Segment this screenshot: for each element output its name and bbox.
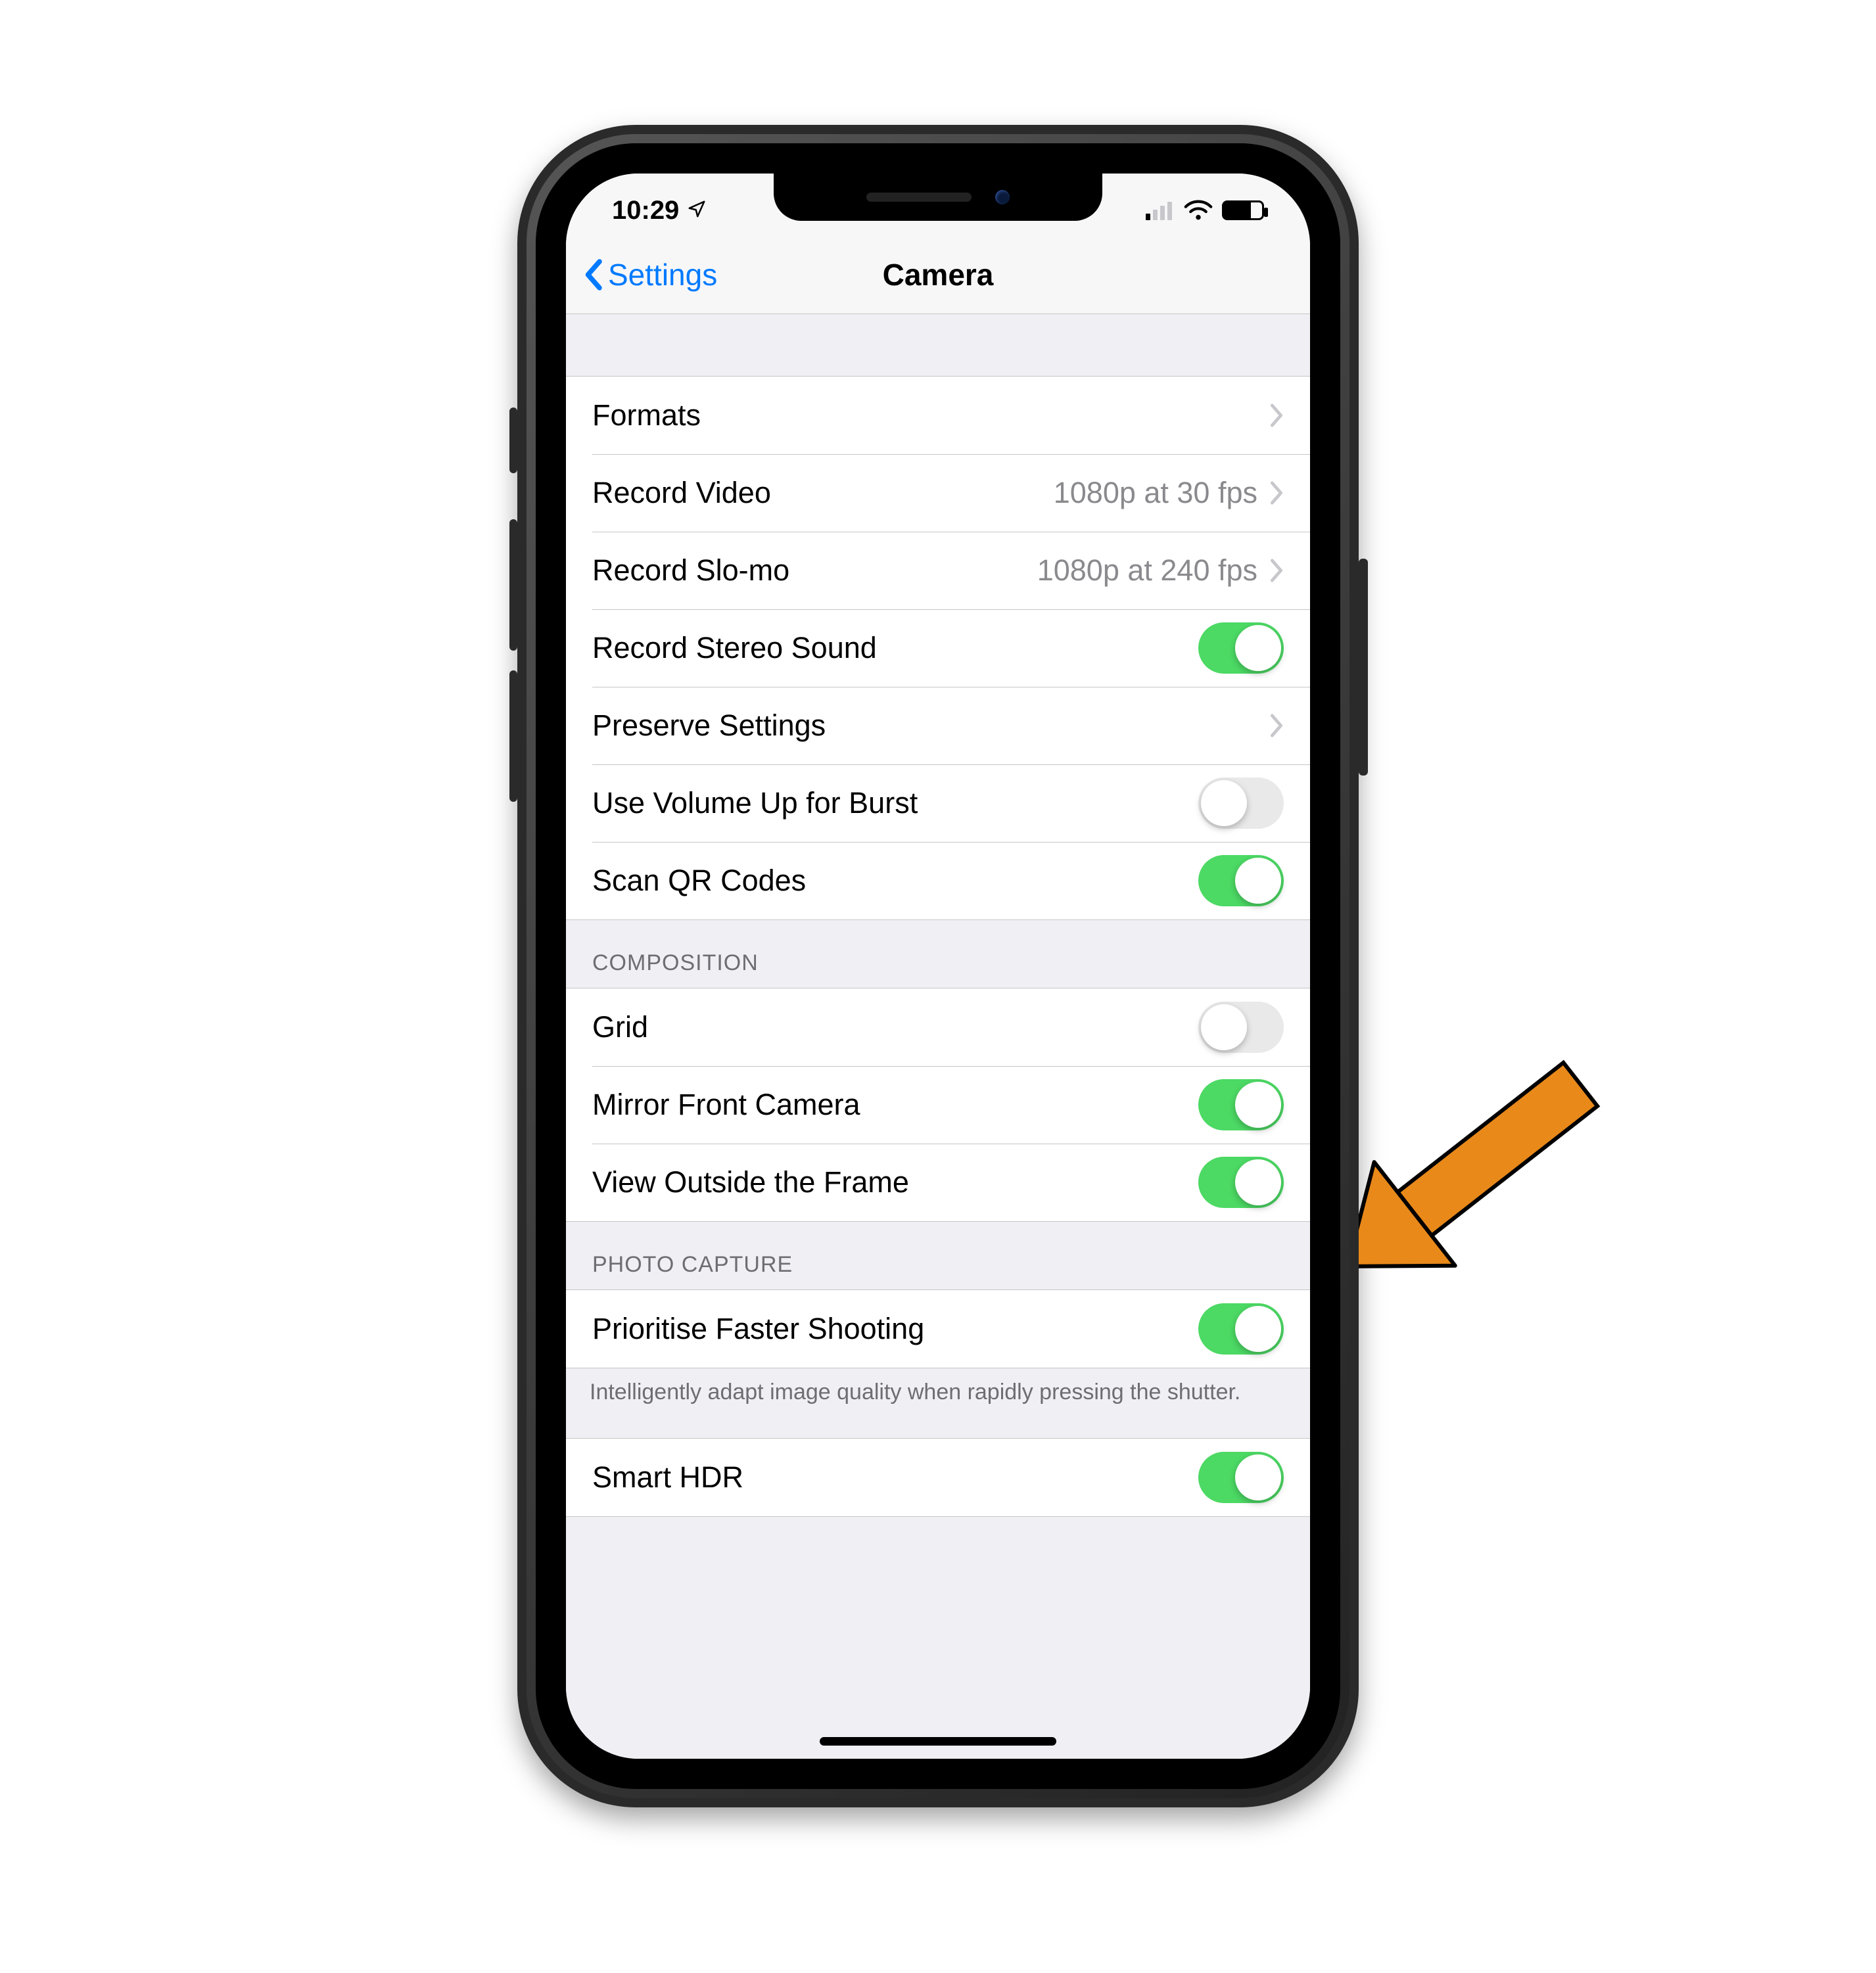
row-grid: Grid: [566, 988, 1310, 1066]
toggle-scan-qr[interactable]: [1198, 855, 1284, 906]
power-button: [1359, 559, 1368, 776]
row-value: 1080p at 30 fps: [1054, 476, 1257, 510]
row-label: Prioritise Faster Shooting: [592, 1312, 924, 1346]
row-smart-hdr: Smart HDR: [566, 1439, 1310, 1516]
toggle-grid[interactable]: [1198, 1002, 1284, 1053]
row-record-slomo[interactable]: Record Slo-mo 1080p at 240 fps: [566, 532, 1310, 609]
toggle-smart-hdr[interactable]: [1198, 1452, 1284, 1503]
home-indicator[interactable]: [820, 1737, 1056, 1746]
group-photo-capture: Prioritise Faster Shooting: [566, 1289, 1310, 1368]
row-formats[interactable]: Formats: [566, 377, 1310, 454]
row-label: Formats: [592, 398, 701, 432]
row-stereo-sound: Record Stereo Sound: [566, 609, 1310, 687]
section-footer-faster-shooting: Intelligently adapt image quality when r…: [566, 1368, 1310, 1424]
row-label: Smart HDR: [592, 1460, 743, 1495]
group-photo-capture-2: Smart HDR: [566, 1438, 1310, 1517]
row-label: Record Slo-mo: [592, 553, 789, 588]
back-label: Settings: [608, 257, 717, 292]
row-label: View Outside the Frame: [592, 1165, 909, 1199]
row-faster-shooting: Prioritise Faster Shooting: [566, 1290, 1310, 1368]
toggle-faster-shooting[interactable]: [1198, 1303, 1284, 1355]
row-label: Preserve Settings: [592, 708, 826, 743]
location-icon: [687, 196, 707, 225]
section-header-composition: COMPOSITION: [566, 920, 1310, 988]
row-preserve-settings[interactable]: Preserve Settings: [566, 687, 1310, 764]
row-outside-frame: View Outside the Frame: [566, 1144, 1310, 1221]
row-label: Grid: [592, 1010, 648, 1044]
nav-bar: Settings Camera: [566, 235, 1310, 314]
chevron-right-icon: [1268, 558, 1284, 583]
section-header-photo-capture: PHOTO CAPTURE: [566, 1222, 1310, 1289]
row-label: Record Stereo Sound: [592, 631, 877, 665]
toggle-stereo-sound[interactable]: [1198, 622, 1284, 674]
volume-up-button: [509, 519, 517, 651]
status-time: 10:29: [612, 196, 679, 225]
row-mirror-front-camera: Mirror Front Camera: [566, 1066, 1310, 1144]
row-label: Mirror Front Camera: [592, 1088, 860, 1122]
chevron-right-icon: [1268, 480, 1284, 505]
earpiece-speaker: [866, 193, 972, 202]
cellular-icon: [1146, 200, 1175, 221]
wifi-icon: [1184, 200, 1213, 221]
front-camera: [995, 190, 1010, 204]
group-general: Formats Record Video 1080p at 30 fps Rec…: [566, 376, 1310, 920]
volume-down-button: [509, 670, 517, 802]
page-title: Camera: [883, 257, 994, 292]
group-composition: Grid Mirror Front Camera View Outside th…: [566, 988, 1310, 1222]
back-button[interactable]: Settings: [582, 235, 717, 313]
notch: [774, 174, 1102, 221]
row-label: Record Video: [592, 476, 771, 510]
battery-icon: [1222, 200, 1264, 220]
chevron-right-icon: [1268, 403, 1284, 428]
annotation-arrow: [1359, 1025, 1727, 1275]
chevron-left-icon: [582, 258, 604, 291]
row-label: Use Volume Up for Burst: [592, 786, 918, 820]
toggle-outside-frame[interactable]: [1198, 1157, 1284, 1208]
toggle-mirror-front-camera[interactable]: [1198, 1079, 1284, 1130]
silence-switch: [509, 407, 517, 473]
row-value: 1080p at 240 fps: [1037, 553, 1257, 588]
row-volume-burst: Use Volume Up for Burst: [566, 764, 1310, 842]
row-record-video[interactable]: Record Video 1080p at 30 fps: [566, 454, 1310, 532]
row-scan-qr: Scan QR Codes: [566, 842, 1310, 919]
chevron-right-icon: [1268, 713, 1284, 738]
row-label: Scan QR Codes: [592, 864, 806, 898]
settings-content[interactable]: Formats Record Video 1080p at 30 fps Rec…: [566, 314, 1310, 1759]
toggle-volume-burst[interactable]: [1198, 778, 1284, 829]
phone-frame: 10:29: [517, 125, 1359, 1807]
